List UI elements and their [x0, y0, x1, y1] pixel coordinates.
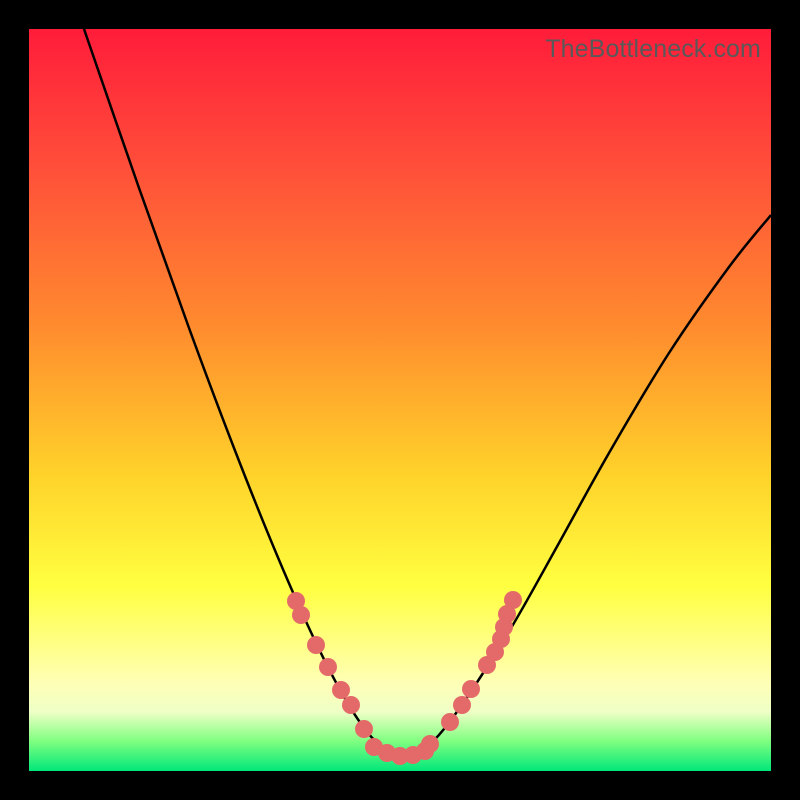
marker-dot	[441, 713, 459, 731]
marker-dot	[453, 696, 471, 714]
marker-dot	[416, 742, 434, 760]
marker-dot	[462, 680, 480, 698]
marker-dot	[307, 636, 325, 654]
marker-dot	[504, 591, 522, 609]
marker-dot	[292, 606, 310, 624]
marker-layer	[287, 591, 522, 765]
marker-dot	[332, 681, 350, 699]
figure-frame: TheBottleneck.com	[0, 0, 800, 800]
marker-dot	[355, 720, 373, 738]
marker-dot	[342, 696, 360, 714]
curve-layer	[84, 29, 771, 756]
bottleneck-curve	[84, 29, 771, 756]
marker-dot	[319, 658, 337, 676]
plot-area: TheBottleneck.com	[29, 29, 771, 771]
chart-svg	[29, 29, 771, 771]
